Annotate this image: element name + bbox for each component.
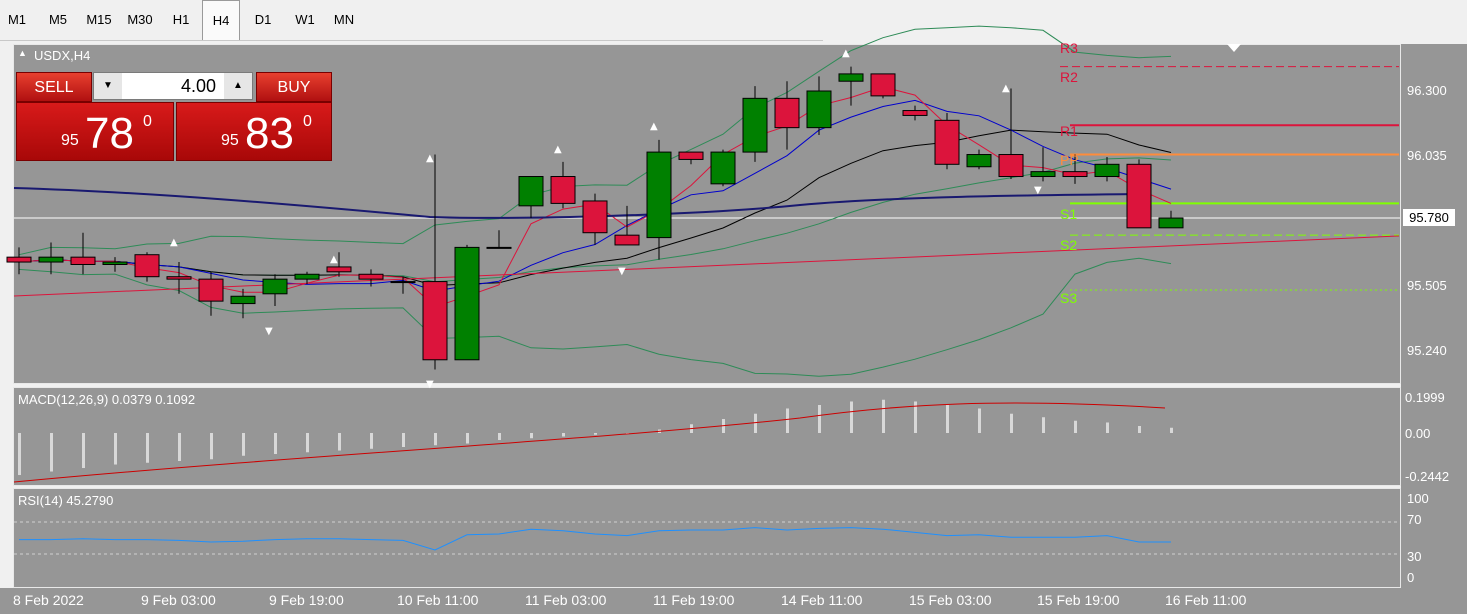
time-axis-label: 14 Feb 11:00 [781, 592, 863, 608]
sell-price-prefix: 95 [61, 132, 79, 149]
timeframe-toolbar: M1 M5 M15 M30 H1 H4 D1 W1 MN [0, 0, 823, 41]
macd-title: MACD(12,26,9) 0.0379 0.1092 [18, 392, 196, 407]
time-axis-label: 10 Feb 11:00 [397, 592, 479, 608]
timeframe-mn[interactable]: MN [327, 0, 361, 40]
macd-axis-label: -0.2442 [1405, 469, 1450, 484]
macd-axis-label: 0.1999 [1405, 390, 1445, 405]
lot-increase-button[interactable]: ▲ [224, 73, 252, 99]
chart-symbol-title: USDX,H4 [34, 48, 91, 63]
pivot-label-s1: S1 [1060, 206, 1078, 222]
time-axis-label: 9 Feb 19:00 [269, 592, 344, 608]
current-price-tag: 95.780 [1403, 209, 1455, 226]
timeframe-d1[interactable]: D1 [246, 0, 280, 40]
rsi-title: RSI(14) 45.2790 [18, 493, 114, 508]
time-axis: 8 Feb 2022 9 Feb 03:00 9 Feb 19:00 10 Fe… [0, 588, 1467, 614]
time-axis-label: 15 Feb 03:00 [909, 592, 992, 608]
chart-expand-icon[interactable]: ▲ [18, 48, 27, 58]
buy-price-prefix: 95 [221, 132, 239, 149]
pivot-label-pp: PP [1060, 152, 1079, 168]
timeframe-w1[interactable]: W1 [288, 0, 322, 40]
sell-price-pips: 78 [85, 109, 134, 158]
price-axis-label: 96.300 [1407, 83, 1447, 98]
timeframe-m15[interactable]: M15 [80, 0, 118, 40]
time-axis-label: 16 Feb 11:00 [1165, 592, 1247, 608]
price-axis-label: 95.240 [1407, 343, 1447, 358]
time-axis-label: 11 Feb 03:00 [525, 592, 607, 608]
price-axis-label: 95.505 [1407, 278, 1447, 293]
lot-size-input[interactable] [124, 73, 220, 99]
buy-price-fraction: 0 [303, 113, 312, 130]
rsi-pane[interactable] [13, 488, 1401, 588]
buy-button[interactable]: BUY [256, 72, 332, 102]
one-click-trading-panel: SELL BUY ▼ ▲ 95 78 0 95 83 0 [16, 72, 332, 161]
timeframe-m5[interactable]: M5 [41, 0, 75, 40]
sell-price-display[interactable]: 95 78 0 [16, 102, 174, 161]
buy-price-display[interactable]: 95 83 0 [176, 102, 332, 161]
chart-shift-marker-icon[interactable] [1227, 44, 1241, 52]
rsi-axis-label: 100 [1407, 491, 1429, 506]
timeframe-m30[interactable]: M30 [121, 0, 159, 40]
rsi-axis-label: 0 [1407, 570, 1415, 585]
macd-axis-label: 0.00 [1405, 426, 1431, 441]
sell-button[interactable]: SELL [16, 72, 92, 102]
pivot-label-s3: S3 [1060, 290, 1078, 306]
timeframe-h4[interactable]: H4 [202, 0, 240, 40]
price-axis[interactable]: 96.300 96.035 95.505 95.240 0.1999 0.00 … [1401, 44, 1467, 588]
buy-price-pips: 83 [245, 109, 294, 158]
macd-pane[interactable] [13, 387, 1401, 486]
price-axis-label: 96.035 [1407, 148, 1447, 163]
pivot-label-r3: R3 [1060, 40, 1078, 56]
time-axis-label: 15 Feb 19:00 [1037, 592, 1120, 608]
lot-size-stepper[interactable]: ▼ ▲ [93, 72, 253, 100]
lot-decrease-button[interactable]: ▼ [94, 73, 122, 99]
time-axis-label: 8 Feb 2022 [13, 592, 84, 608]
rsi-axis-label: 70 [1407, 512, 1422, 527]
pivot-label-r2: R2 [1060, 69, 1078, 85]
sell-price-fraction: 0 [143, 113, 152, 130]
time-axis-label: 11 Feb 19:00 [653, 592, 735, 608]
timeframe-h1[interactable]: H1 [164, 0, 198, 40]
timeframe-m1[interactable]: M1 [0, 0, 34, 40]
rsi-axis-label: 30 [1407, 549, 1422, 564]
pivot-label-s2: S2 [1060, 237, 1078, 253]
time-axis-label: 9 Feb 03:00 [141, 592, 216, 608]
pivot-label-r1: R1 [1060, 123, 1078, 139]
